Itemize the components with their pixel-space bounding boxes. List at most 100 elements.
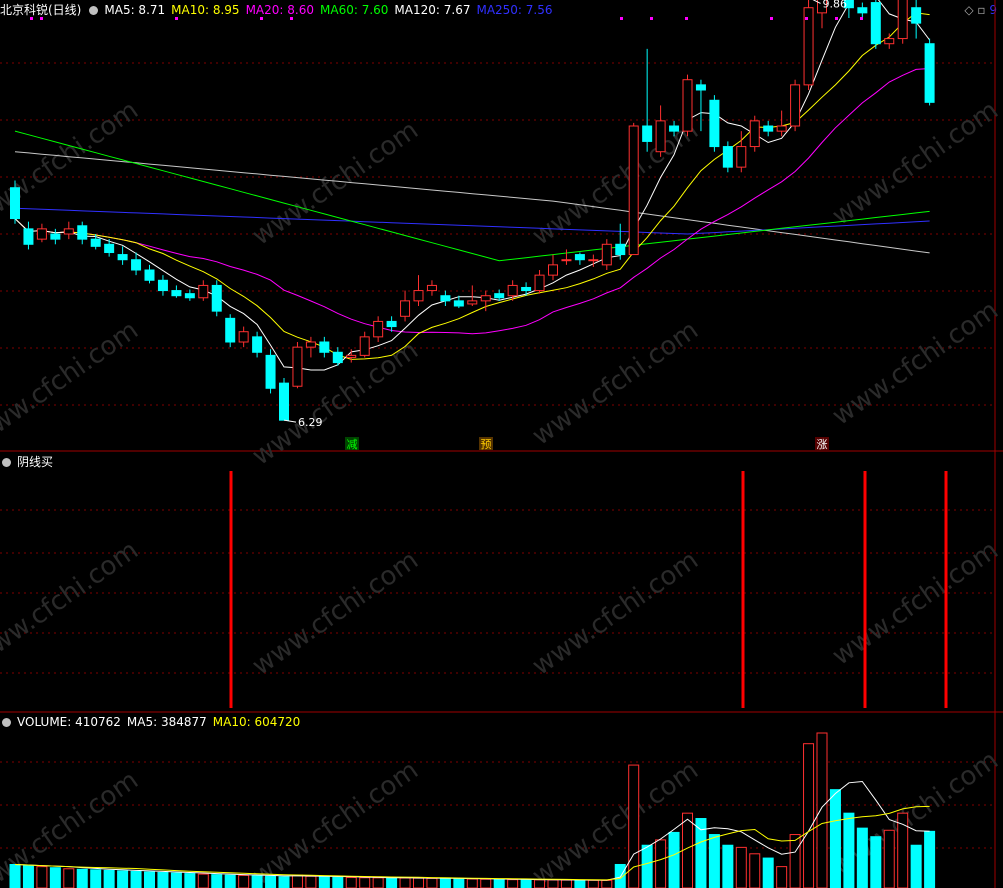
candle-body — [695, 84, 706, 91]
volume-bar — [184, 873, 196, 888]
volume-bar — [749, 853, 761, 888]
candle-body — [870, 2, 881, 45]
high-annotation: 9.86 — [823, 0, 848, 10]
candle-body — [507, 284, 518, 297]
candle-body — [763, 125, 774, 132]
candle-body — [494, 293, 505, 299]
volume-bar — [856, 827, 868, 888]
volume-bar — [803, 743, 815, 888]
volume-bar — [332, 876, 344, 888]
volume-bar — [265, 875, 277, 888]
volume-bar — [453, 878, 465, 888]
volume-bar — [789, 834, 801, 888]
volume-bar — [534, 879, 546, 888]
candle-body — [574, 254, 585, 261]
candle-body — [265, 354, 276, 389]
candle-body — [722, 146, 733, 168]
indicator-bar — [229, 471, 233, 708]
candle-body — [104, 243, 115, 254]
candle-body — [198, 284, 209, 299]
indicator-bar — [863, 471, 867, 708]
candle-body — [144, 269, 155, 281]
ma60-line — [14, 130, 930, 262]
watermark-text: www.cfchi.com — [0, 95, 144, 231]
watermark-text: www.cfchi.com — [0, 315, 144, 451]
volume-bar — [49, 867, 61, 888]
volume-bar — [735, 846, 747, 888]
candle-body — [332, 351, 343, 364]
candle-body — [426, 284, 437, 292]
candle-body — [749, 120, 760, 148]
volume-bar — [144, 871, 155, 888]
ma250-line — [14, 207, 930, 235]
watermark-text: www.cfchi.com — [527, 545, 704, 681]
low-annotation: 6.29 — [298, 416, 323, 429]
volume-bar — [574, 879, 586, 888]
watermark-text: www.cfchi.com — [827, 535, 1003, 671]
top-marker — [685, 17, 688, 20]
volume-bar — [776, 866, 788, 888]
candle-body — [924, 43, 935, 103]
candle-body — [884, 38, 895, 45]
volume-bar — [345, 877, 357, 888]
signal-label: 涨 — [817, 438, 828, 451]
volume-bar — [426, 877, 438, 888]
stock-chart[interactable]: www.cfchi.com www.cfchi.com www.cfchi.com w… — [0, 0, 1003, 888]
candle-body — [157, 279, 168, 292]
volume-bar — [843, 812, 855, 888]
candle-body — [279, 382, 289, 421]
candle-body — [63, 228, 74, 235]
candle-body — [440, 295, 451, 302]
volume-bar — [63, 868, 75, 888]
volume-bar — [372, 877, 384, 888]
candle-body — [131, 259, 142, 271]
volume-bar — [238, 874, 250, 888]
candle-body — [548, 264, 558, 276]
volume-bar — [520, 879, 532, 888]
volume-bar — [359, 877, 371, 888]
candle-body — [252, 336, 263, 353]
volume-bar — [641, 844, 653, 888]
volume-bar — [910, 844, 922, 888]
candle-body — [790, 84, 801, 127]
volume-bar — [560, 879, 572, 888]
volume-bar — [9, 863, 21, 888]
volume-bar — [413, 877, 424, 888]
watermark-text: www.cfchi.com — [0, 535, 144, 671]
volume-bar — [224, 874, 236, 888]
indicator-bar — [741, 471, 745, 708]
volume-bar — [708, 834, 720, 888]
volume-bar — [251, 875, 263, 888]
volume-bar — [22, 865, 34, 888]
volume-bar — [399, 877, 411, 888]
volume-bar — [291, 874, 303, 888]
candle-body — [36, 228, 47, 240]
candle-body — [184, 293, 195, 299]
candle-body — [319, 341, 330, 353]
candle-body — [736, 146, 747, 168]
volume-bar — [36, 866, 48, 888]
top-marker — [620, 17, 623, 20]
candle-body — [10, 187, 20, 220]
volume-bar — [76, 868, 88, 888]
volume-bar — [130, 870, 142, 888]
ma5-line — [14, 0, 930, 371]
ma10-line — [14, 12, 930, 360]
volume-bar — [278, 876, 290, 888]
candle-body — [534, 274, 545, 292]
volume-bar — [305, 875, 317, 888]
candle-body — [857, 7, 868, 14]
candle-body — [480, 295, 491, 302]
volume-bar — [318, 876, 330, 888]
watermark-text: www.cfchi.com — [827, 295, 1003, 431]
candle-body — [911, 7, 922, 24]
candle-body — [117, 254, 128, 261]
candle-body — [171, 290, 182, 297]
candle-body — [77, 225, 88, 240]
volume-bar — [507, 879, 519, 888]
volume-bar — [655, 839, 667, 888]
volume-bar — [157, 872, 169, 888]
candle-body — [709, 99, 720, 148]
volume-bar — [668, 831, 680, 888]
top-marker — [650, 17, 653, 20]
